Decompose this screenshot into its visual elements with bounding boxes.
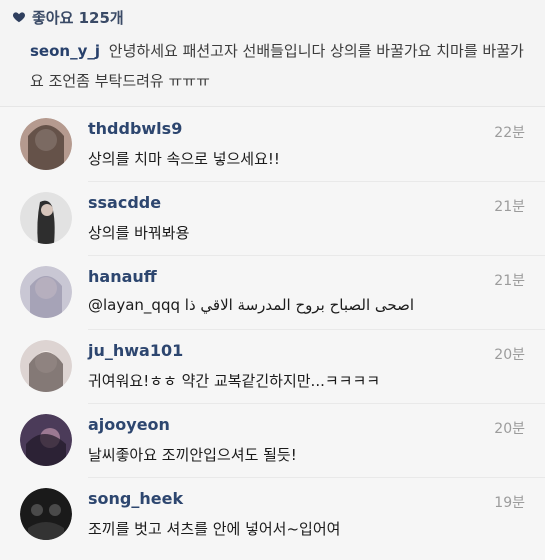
avatar-image — [20, 414, 72, 466]
comment-time: 19분 — [494, 495, 525, 511]
comment-time: 22분 — [494, 125, 525, 141]
section-divider — [0, 106, 545, 107]
comment-row: ssacdde 상의를 바꿔봐용 21분 — [0, 182, 545, 256]
avatar[interactable] — [20, 118, 72, 170]
avatar[interactable] — [20, 192, 72, 244]
comment-username[interactable]: ju_hwa101 — [88, 341, 183, 360]
comment-text: 상의를 치마 속으로 넣으세요!! — [88, 150, 280, 168]
heart-icon — [13, 12, 25, 23]
comment-text: 귀여워요!ㅎㅎ 약간 교복같긴하지만...ㅋㅋㅋㅋ — [88, 372, 381, 390]
likes-count: 좋아요 125개 — [32, 8, 124, 27]
avatar[interactable] — [20, 414, 72, 466]
avatar-image — [20, 488, 72, 540]
comment-time: 20분 — [494, 421, 525, 437]
comment-row: ajooyeon 날씨좋아요 조끼안입으셔도 될듯! 20분 — [0, 404, 545, 478]
comment-username[interactable]: thddbwls9 — [88, 119, 182, 138]
caption-text: 안녕하세요 패션고자 선배들입니다 상의를 바꿀가요 치마를 바꿀가요 조언좀 … — [30, 42, 524, 90]
avatar[interactable] — [20, 266, 72, 318]
comment-row: thddbwls9 상의를 치마 속으로 넣으세요!! 22분 — [0, 108, 545, 182]
post-caption: seon_y_j 안녕하세요 패션고자 선배들입니다 상의를 바꿀가요 치마를 … — [30, 36, 530, 96]
comment-time: 20분 — [494, 347, 525, 363]
avatar-image — [20, 266, 72, 318]
comment-username[interactable]: song_heek — [88, 489, 183, 508]
comment-time: 21분 — [494, 273, 525, 289]
comment-username[interactable]: ssacdde — [88, 193, 161, 212]
comment-row: hanauff @layan_qqq اصحى الصباح بروح المد… — [0, 256, 545, 330]
avatar-image — [20, 192, 72, 244]
post-header: 좋아요 125개 seon_y_j 안녕하세요 패션고자 선배들입니다 상의를 … — [0, 0, 545, 106]
comments-list: thddbwls9 상의를 치마 속으로 넣으세요!! 22분 ssacdde … — [0, 108, 545, 560]
avatar[interactable] — [20, 340, 72, 392]
comment-text: 날씨좋아요 조끼안입으셔도 될듯! — [88, 446, 297, 464]
comment-text: @layan_qqq اصحى الصباح بروح المدرسة الاق… — [88, 296, 414, 314]
comment-row: song_heek 조끼를 벗고 셔츠를 안에 넣어서~입어여 19분 — [0, 478, 545, 552]
comment-text: 상의를 바꿔봐용 — [88, 224, 190, 242]
comment-username[interactable]: ajooyeon — [88, 415, 170, 434]
avatar-image — [20, 118, 72, 170]
comment-time: 21분 — [494, 199, 525, 215]
comment-username[interactable]: hanauff — [88, 267, 157, 286]
comment-row: ju_hwa101 귀여워요!ㅎㅎ 약간 교복같긴하지만...ㅋㅋㅋㅋ 20분 — [0, 330, 545, 404]
comment-text: 조끼를 벗고 셔츠를 안에 넣어서~입어여 — [88, 520, 341, 538]
avatar[interactable] — [20, 488, 72, 540]
avatar-image — [20, 340, 72, 392]
likes-row[interactable]: 좋아요 125개 — [12, 6, 124, 28]
caption-username[interactable]: seon_y_j — [30, 42, 100, 60]
